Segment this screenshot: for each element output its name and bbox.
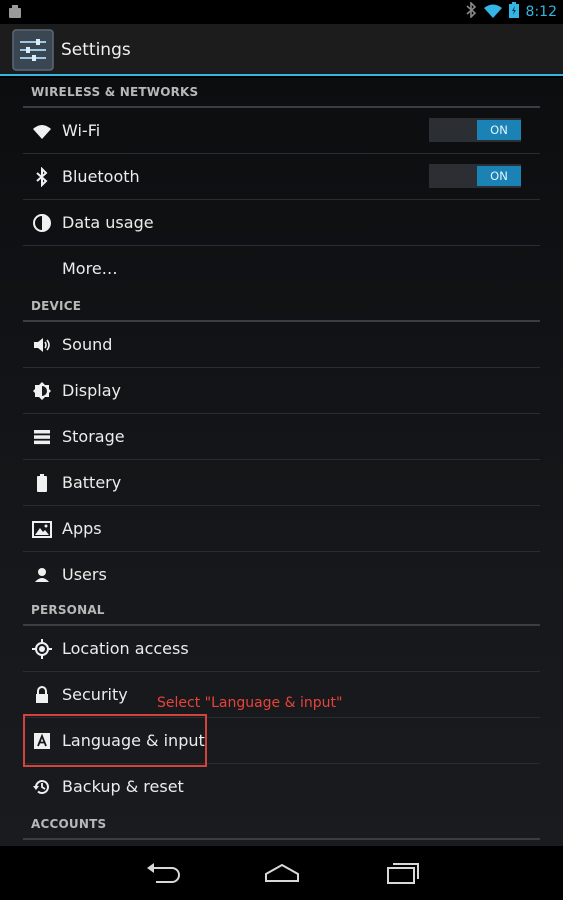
settings-sliders-icon[interactable]: [12, 29, 54, 71]
recent-apps-icon[interactable]: [383, 860, 423, 886]
settings-item-label: Bluetooth: [62, 167, 140, 186]
toggle-on-label: ON: [477, 166, 521, 186]
settings-item-storage[interactable]: Storage: [23, 414, 540, 460]
location-icon: [32, 639, 52, 659]
settings-item-label: Security: [62, 685, 128, 704]
settings-item-label: Location access: [62, 639, 189, 658]
data-usage-icon: [32, 213, 52, 233]
settings-item-bluetooth[interactable]: Bluetooth ON: [23, 154, 540, 200]
storage-icon: [32, 427, 52, 447]
wifi-toggle[interactable]: ON: [429, 118, 521, 142]
settings-item-label: Users: [62, 565, 107, 584]
section-header-device: DEVICE: [23, 292, 540, 322]
section-header-accounts: ACCOUNTS: [23, 810, 540, 840]
settings-item-backup-reset[interactable]: Backup & reset: [23, 764, 540, 810]
settings-item-users[interactable]: Users: [23, 552, 540, 598]
settings-item-more[interactable]: More…: [23, 246, 540, 292]
section-header-label: PERSONAL: [31, 603, 105, 617]
bluetooth-toggle[interactable]: ON: [429, 164, 521, 188]
wifi-icon: [483, 3, 502, 22]
battery-icon: [508, 2, 519, 22]
settings-item-label: Data usage: [62, 213, 154, 232]
navigation-bar: [0, 846, 563, 900]
apps-icon: [32, 519, 52, 539]
section-header-wireless: WIRELESS & NETWORKS: [23, 78, 540, 108]
status-bar: 8:12: [0, 0, 563, 24]
settings-item-wifi[interactable]: Wi-Fi ON: [23, 108, 540, 154]
home-icon[interactable]: [262, 860, 302, 886]
notification-icon: [8, 4, 22, 23]
settings-item-label: Backup & reset: [62, 777, 184, 796]
battery-icon: [32, 473, 52, 493]
settings-item-label: Battery: [62, 473, 122, 492]
settings-item-data-usage[interactable]: Data usage: [23, 200, 540, 246]
users-icon: [32, 565, 52, 585]
section-header-personal: PERSONAL: [23, 596, 540, 626]
sound-icon: [32, 335, 52, 355]
settings-item-location-access[interactable]: Location access: [23, 626, 540, 672]
settings-item-label: Sound: [62, 335, 113, 354]
settings-item-battery[interactable]: Battery: [23, 460, 540, 506]
clock: 8:12: [525, 4, 557, 20]
bluetooth-icon: [465, 1, 477, 22]
section-header-label: DEVICE: [31, 299, 82, 313]
settings-item-label: Apps: [62, 519, 102, 538]
bluetooth-icon: [32, 166, 52, 188]
toggle-on-label: ON: [477, 120, 521, 140]
backup-icon: [32, 777, 52, 797]
settings-item-display[interactable]: Display: [23, 368, 540, 414]
settings-item-label: Wi-Fi: [62, 121, 101, 140]
back-icon[interactable]: [144, 860, 184, 886]
settings-item-sound[interactable]: Sound: [23, 322, 540, 368]
settings-item-apps[interactable]: Apps: [23, 506, 540, 552]
section-header-label: WIRELESS & NETWORKS: [31, 85, 199, 99]
settings-item-label: Storage: [62, 427, 125, 446]
settings-item-label: Display: [62, 381, 121, 400]
annotation-instruction: Select "Language & input": [157, 695, 343, 711]
lock-icon: [32, 685, 52, 705]
section-header-label: ACCOUNTS: [31, 817, 107, 831]
settings-item-label: More…: [62, 259, 118, 278]
display-icon: [32, 381, 52, 401]
annotation-highlight-box: [23, 714, 207, 767]
wifi-icon: [32, 121, 52, 141]
action-bar: Settings: [0, 24, 563, 76]
page-title: Settings: [61, 40, 131, 60]
